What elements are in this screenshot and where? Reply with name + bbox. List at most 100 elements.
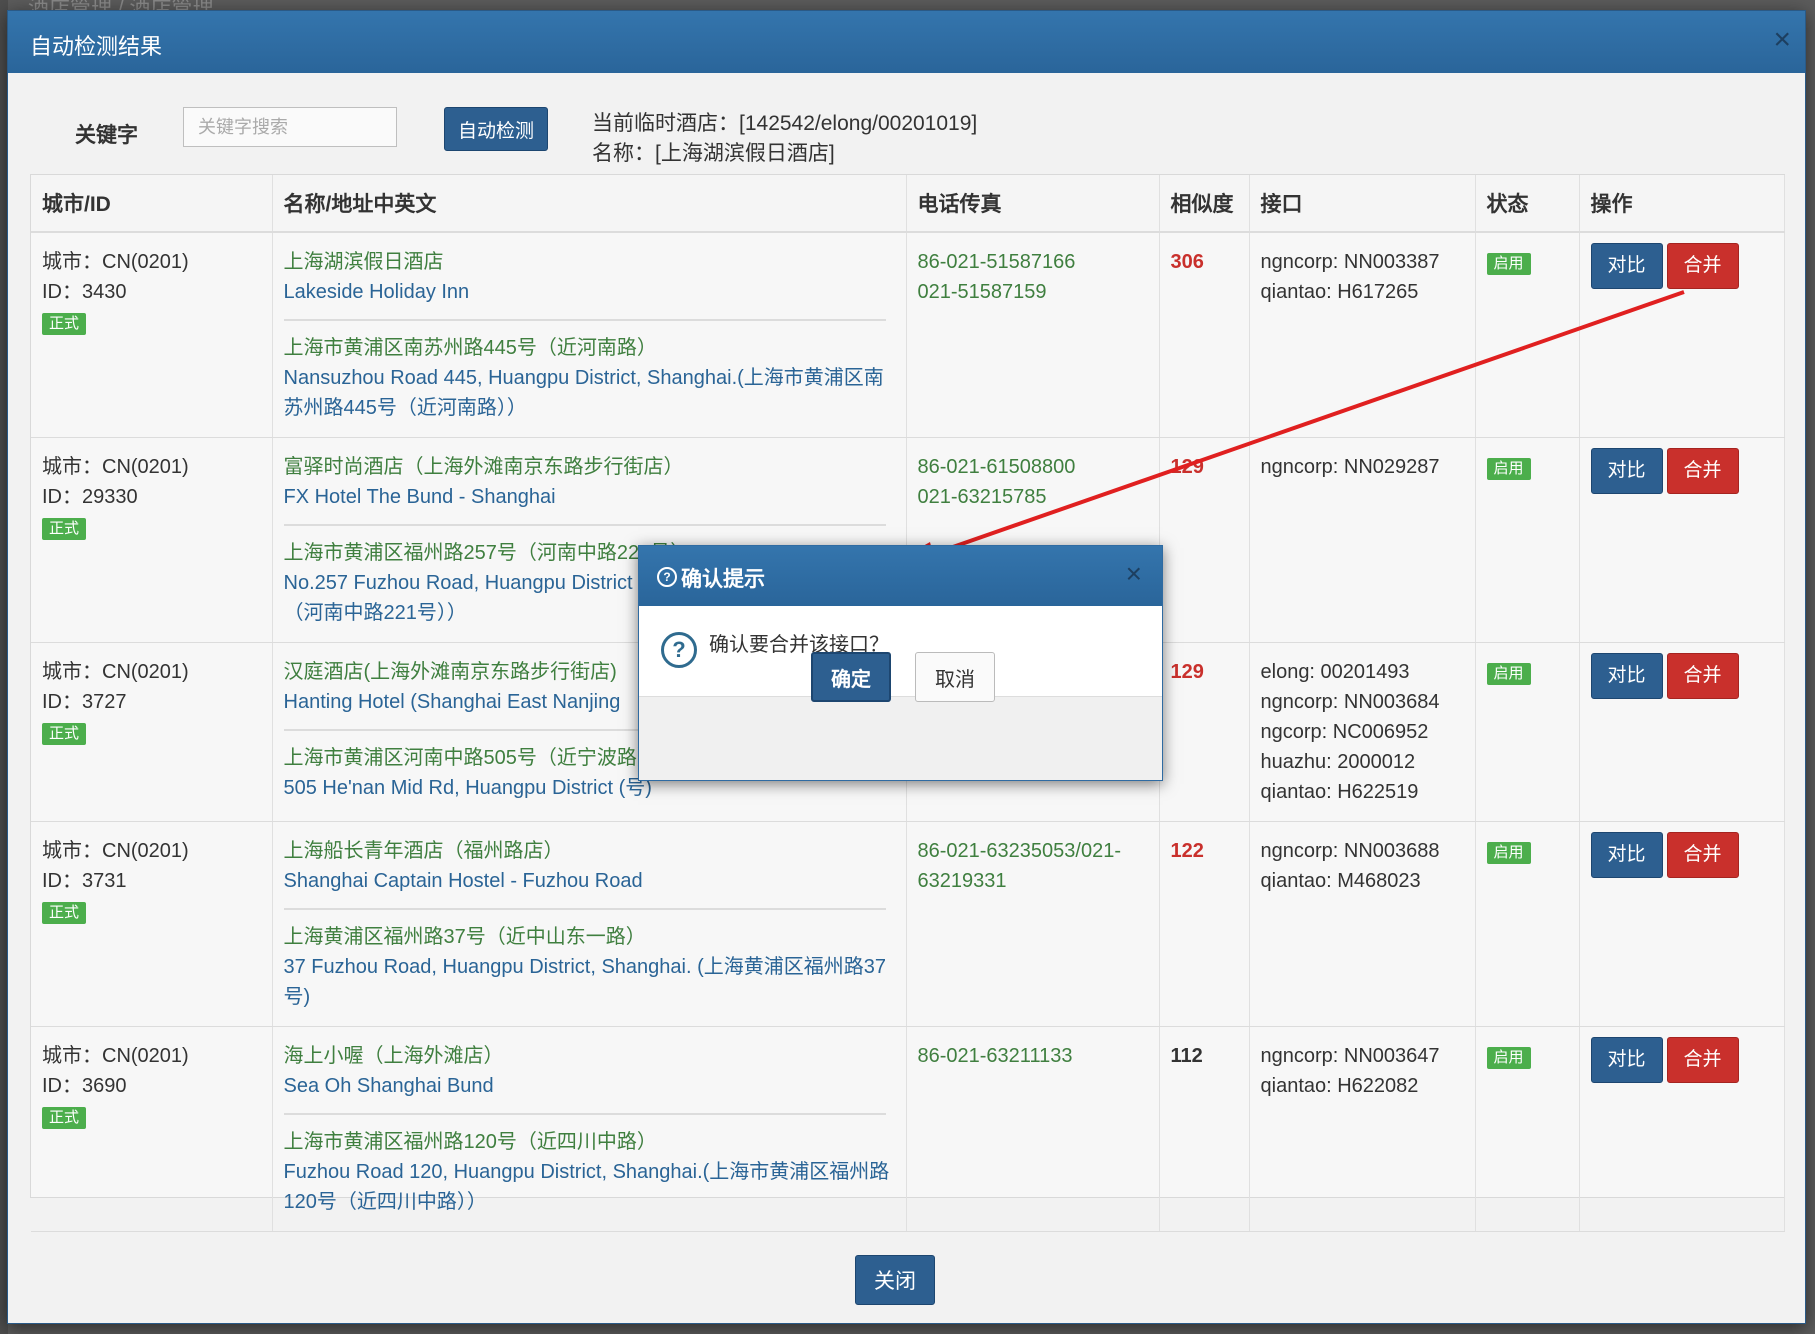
merge-button[interactable]: 合并 [1666, 832, 1739, 878]
search-toolbar: 关键字 自动检测 当前临时酒店：[142542/elong/00201019] … [8, 73, 1805, 173]
auto-detect-button[interactable]: 自动检测 [444, 107, 548, 151]
table-row: 城市：CN(0201) ID：3430 正式 上海湖滨假日酒店 Lakeside… [31, 232, 1785, 438]
interface-entry: elong: 00201493 [1260, 661, 1410, 683]
fax-number: 021-63215785 [917, 486, 1047, 508]
cell-interfaces: ngncorp: NN003647 qiantao: H622082 [1249, 1026, 1476, 1232]
keyword-label: 关键字 [75, 124, 138, 147]
close-button[interactable]: 关闭 [855, 1255, 935, 1305]
confirm-cancel-button[interactable]: 取消 [915, 652, 995, 702]
cell-city-id: 城市：CN(0201) ID：3727 正式 [31, 642, 273, 822]
status-badge: 启用 [1486, 663, 1531, 685]
interface-entry: qiantao: M468023 [1260, 870, 1421, 892]
status-badge: 启用 [1486, 842, 1531, 864]
header-similarity: 相似度 [1159, 175, 1250, 233]
header-name-address: 名称/地址中英文 [272, 175, 907, 233]
address-en: 37 Fuzhou Road, Huangpu District, Shangh… [283, 956, 887, 1008]
hotel-id: ID：3690 [42, 1075, 127, 1097]
table-row: 城市：CN(0201) ID：3731 正式 上海船长青年酒店（福州路店） Sh… [31, 821, 1785, 1027]
compare-button[interactable]: 对比 [1590, 1037, 1663, 1083]
cell-actions: 对比 合并 [1579, 821, 1785, 1027]
cell-phone: 86-021-63235053/021-63219331 [906, 821, 1160, 1027]
interface-entry: ngncorp: NN003688 [1260, 840, 1440, 862]
cell-city-id: 城市：CN(0201) ID：3731 正式 [31, 821, 273, 1027]
modal-header: 自动检测结果 × [8, 11, 1805, 73]
cell-city-id: 城市：CN(0201) ID：3690 正式 [31, 1026, 273, 1232]
address-cn: 上海黄浦区福州路37号（近中山东一路） [283, 926, 646, 948]
table-row: 城市：CN(0201) ID：3690 正式 海上小喔（上海外滩店） Sea O… [31, 1026, 1785, 1232]
compare-button[interactable]: 对比 [1590, 243, 1663, 289]
keyword-search-input[interactable] [183, 107, 397, 147]
confirm-close-icon[interactable]: × [1126, 558, 1142, 590]
address-en: Fuzhou Road 120, Huangpu District, Shang… [283, 1161, 890, 1213]
similarity-score: 122 [1170, 840, 1204, 862]
interface-entry: ngncorp: NN003647 [1260, 1045, 1440, 1067]
header-interface: 接口 [1249, 175, 1476, 233]
similarity-score: 112 [1170, 1045, 1203, 1067]
cell-name-address: 上海湖滨假日酒店 Lakeside Holiday Inn 上海市黄浦区南苏州路… [272, 232, 907, 438]
cell-status: 启用 [1475, 642, 1580, 822]
merge-button[interactable]: 合并 [1666, 243, 1739, 289]
phone-number: 86-021-63211133 [917, 1045, 1073, 1067]
current-hotel-info: 当前临时酒店：[142542/elong/00201019] 名称：[上海湖滨假… [592, 109, 977, 169]
merge-button[interactable]: 合并 [1666, 448, 1739, 494]
address-cn: 上海市黄浦区南苏州路445号（近河南路） [283, 337, 657, 359]
interface-entry: huazhu: 2000012 [1260, 751, 1416, 773]
interface-entry: qiantao: H622519 [1260, 781, 1419, 803]
current-hotel-id: 当前临时酒店：[142542/elong/00201019] [592, 112, 978, 135]
interface-entry: ngncorp: NN003387 [1260, 251, 1440, 273]
cell-similarity: 129 [1159, 437, 1250, 643]
similarity-score: 129 [1170, 456, 1204, 478]
compare-button[interactable]: 对比 [1590, 653, 1663, 699]
modal-close-icon[interactable]: × [1773, 25, 1791, 55]
interface-entry: ngcorp: NC006952 [1260, 721, 1429, 743]
modal-title: 自动检测结果 [30, 34, 163, 59]
interface-entry: qiantao: H622082 [1260, 1075, 1419, 1097]
address-cn: 上海市黄浦区福州路120号（近四川中路） [283, 1131, 657, 1153]
compare-button[interactable]: 对比 [1590, 832, 1663, 878]
confirm-body: ? 确认要合并该接口？ [639, 606, 1162, 697]
status-badge: 启用 [1486, 1047, 1531, 1069]
name-block: 上海船长青年酒店（福州路店） Shanghai Captain Hostel -… [283, 836, 886, 910]
interface-entry: ngncorp: NN029287 [1260, 456, 1440, 478]
official-tag: 正式 [42, 313, 87, 335]
name-block: 海上小喔（上海外滩店） Sea Oh Shanghai Bund [283, 1041, 886, 1115]
compare-button[interactable]: 对比 [1590, 448, 1663, 494]
cell-similarity: 122 [1159, 821, 1250, 1027]
hotel-id: ID：29330 [42, 486, 138, 508]
cell-phone: 86-021-51587166 021-51587159 [906, 232, 1160, 438]
hotel-name-en: Shanghai Captain Hostel - Fuzhou Road [283, 870, 643, 892]
merge-button[interactable]: 合并 [1666, 1037, 1739, 1083]
official-tag: 正式 [42, 723, 87, 745]
hotel-name-en: FX Hotel The Bund - Shanghai [283, 486, 556, 508]
table-header-row: 城市/ID 名称/地址中英文 电话传真 相似度 接口 状态 操作 [31, 175, 1785, 233]
status-badge: 启用 [1486, 253, 1531, 275]
cell-interfaces: ngncorp: NN029287 [1249, 437, 1476, 643]
header-phone: 电话传真 [906, 175, 1160, 233]
cell-status: 启用 [1475, 232, 1580, 438]
phone-number: 86-021-61508800 [917, 456, 1076, 478]
merge-button[interactable]: 合并 [1666, 653, 1739, 699]
cell-interfaces: ngncorp: NN003387 qiantao: H617265 [1249, 232, 1476, 438]
phone-number: 86-021-63235053/021-63219331 [917, 840, 1122, 892]
cell-interfaces: elong: 00201493 ngncorp: NN003684 ngcorp: … [1249, 642, 1476, 822]
confirm-title: 确认提示 [681, 568, 765, 591]
question-circle-icon: ? [657, 567, 677, 587]
cell-actions: 对比 合并 [1579, 232, 1785, 438]
name-block: 富驿时尚酒店（上海外滩南京东路步行街店） FX Hotel The Bund -… [283, 452, 886, 526]
cell-similarity: 129 [1159, 642, 1250, 822]
cell-similarity: 306 [1159, 232, 1250, 438]
hotel-id: ID：3731 [42, 870, 127, 892]
header-actions: 操作 [1579, 175, 1785, 233]
address-en: Nansuzhou Road 445, Huangpu District, Sh… [283, 367, 884, 419]
cell-city-id: 城市：CN(0201) ID：29330 正式 [31, 437, 273, 643]
cell-status: 启用 [1475, 437, 1580, 643]
confirm-ok-button[interactable]: 确定 [811, 652, 891, 702]
header-city-id: 城市/ID [31, 175, 273, 233]
fax-number: 021-51587159 [917, 281, 1047, 303]
hotel-name-cn: 富驿时尚酒店（上海外滩南京东路步行街店） [283, 456, 684, 478]
hotel-id: ID：3430 [42, 281, 127, 303]
city-code: 城市：CN(0201) [42, 251, 189, 273]
question-icon: ? [661, 632, 697, 668]
cell-actions: 对比 合并 [1579, 437, 1785, 643]
city-code: 城市：CN(0201) [42, 840, 189, 862]
